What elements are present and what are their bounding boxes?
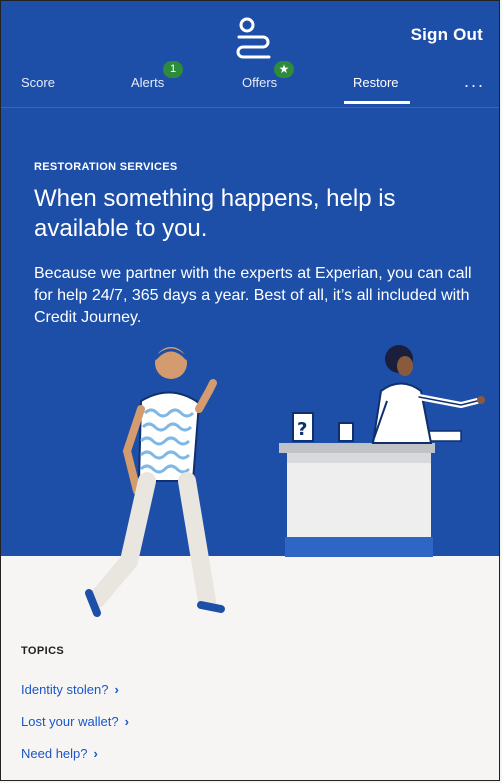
restore-screen: Sign Out Score 1 Alerts ★ Offers Restore… xyxy=(0,0,500,781)
chevron-right-icon: › xyxy=(114,682,119,697)
route-icon[interactable] xyxy=(229,15,275,59)
tab-alerts[interactable]: 1 Alerts xyxy=(131,61,183,90)
chevron-right-icon: › xyxy=(93,746,98,761)
active-tab-indicator xyxy=(344,101,410,104)
star-icon: ★ xyxy=(274,61,294,78)
topic-label: Need help? xyxy=(21,746,88,761)
alerts-count-badge: 1 xyxy=(163,61,183,78)
tab-bar: Score 1 Alerts ★ Offers Restore ... xyxy=(1,61,499,105)
tab-label: Alerts xyxy=(131,75,165,90)
sign-out-button[interactable]: Sign Out xyxy=(411,25,483,45)
tab-label: Restore xyxy=(353,75,399,90)
tab-offers[interactable]: ★ Offers xyxy=(242,61,294,90)
topic-link-need-help[interactable]: Need help? › xyxy=(21,746,98,761)
topic-link-identity-stolen[interactable]: Identity stolen? › xyxy=(21,682,119,697)
topic-label: Lost your wallet? xyxy=(21,714,119,729)
topic-label: Identity stolen? xyxy=(21,682,109,697)
topics-heading: TOPICS xyxy=(21,645,65,657)
hero-description: Because we partner with the experts at E… xyxy=(34,265,472,326)
tab-label: Score xyxy=(21,75,55,90)
section-eyebrow: RESTORATION SERVICES xyxy=(34,161,178,173)
tab-label: Offers xyxy=(242,75,278,90)
topic-link-lost-wallet[interactable]: Lost your wallet? › xyxy=(21,714,129,729)
restoration-illustration: ? xyxy=(85,345,485,617)
tab-score[interactable]: Score xyxy=(21,75,55,90)
more-menu-icon[interactable]: ... xyxy=(464,71,485,92)
tab-restore[interactable]: Restore xyxy=(353,75,399,90)
chevron-right-icon: › xyxy=(124,714,129,729)
header-divider xyxy=(1,107,499,108)
hero-headline: When something happens, help is availabl… xyxy=(34,185,396,242)
svg-text:?: ? xyxy=(297,419,307,440)
